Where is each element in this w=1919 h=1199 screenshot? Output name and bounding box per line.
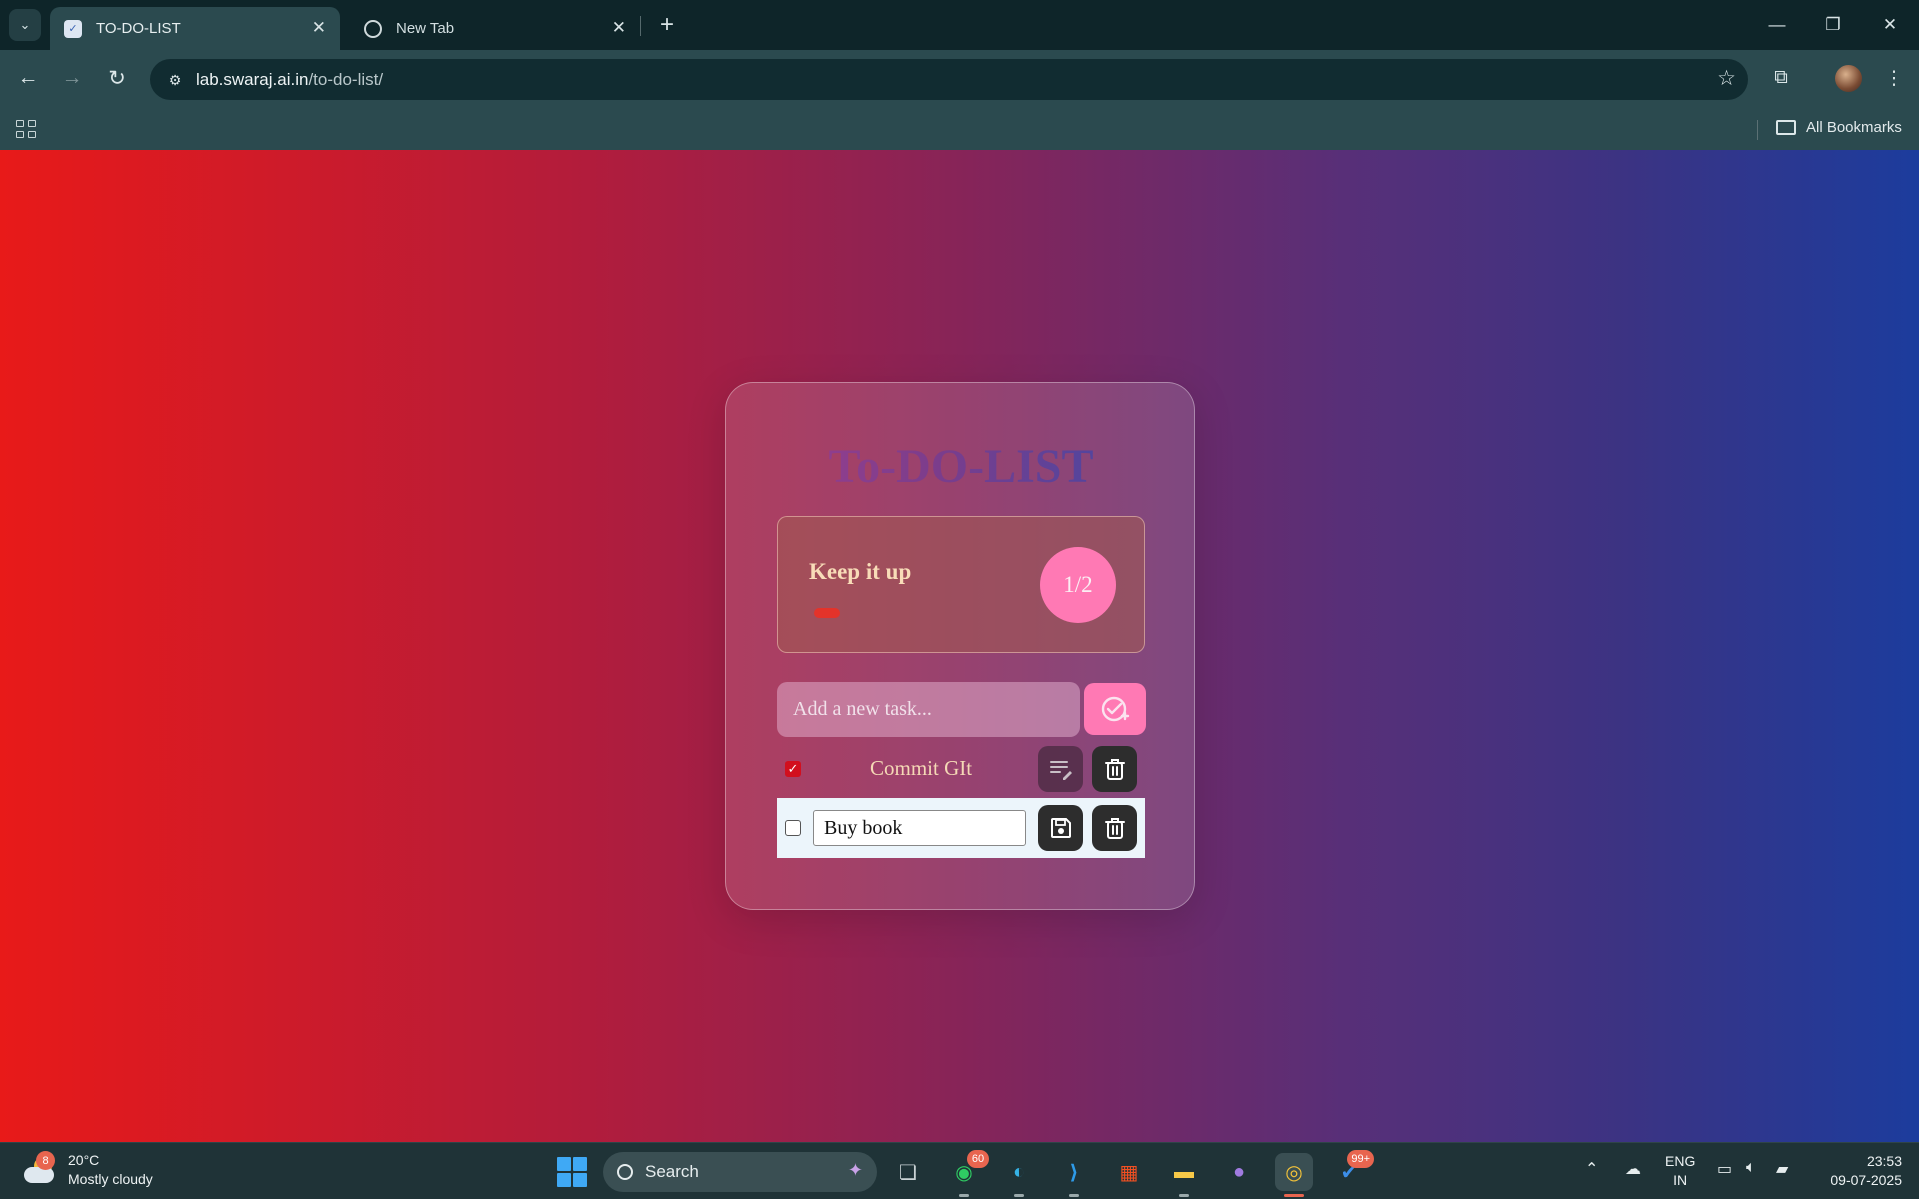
language-indicator[interactable]: ENG IN bbox=[1665, 1152, 1695, 1190]
page-background: To-DO-LIST Keep it up 1/2 ✓ Commit GIt bbox=[0, 150, 1919, 1142]
cloudy-weather-icon: 8 bbox=[22, 1151, 56, 1185]
folder-icon bbox=[1776, 120, 1796, 135]
network-icon[interactable]: ▭ bbox=[1717, 1159, 1732, 1179]
tab-search-button[interactable]: ⌄ bbox=[9, 9, 41, 41]
profile-avatar[interactable] bbox=[1835, 65, 1862, 92]
back-button[interactable]: ← bbox=[12, 62, 44, 94]
microsoft-store-icon[interactable]: ▦ bbox=[1110, 1153, 1148, 1191]
windows-taskbar: 8 20°C Mostly cloudy Search ✦ ❏ ◉ 60 ◐ ⟩ … bbox=[0, 1142, 1919, 1199]
close-window-button[interactable]: ✕ bbox=[1870, 10, 1910, 40]
extensions-icon[interactable]: ⧉ bbox=[1767, 64, 1795, 92]
stats-label: Keep it up bbox=[809, 559, 912, 584]
weather-widget[interactable]: 8 20°C Mostly cloudy bbox=[22, 1151, 153, 1189]
minimize-button[interactable]: — bbox=[1757, 10, 1797, 40]
task-view-icon[interactable]: ❏ bbox=[889, 1153, 927, 1191]
progress-count-badge: 1/2 bbox=[1040, 547, 1116, 623]
close-icon[interactable]: ✕ bbox=[312, 18, 326, 38]
tab-title: TO-DO-LIST bbox=[96, 20, 181, 37]
todo-badge: 99+ bbox=[1347, 1150, 1374, 1168]
site-info-icon[interactable]: ⚙ bbox=[162, 67, 188, 93]
onedrive-icon[interactable]: ☁ bbox=[1625, 1159, 1641, 1179]
add-task-button[interactable] bbox=[1084, 683, 1146, 735]
bookmark-star-icon[interactable]: ☆ bbox=[1717, 66, 1736, 91]
battery-icon[interactable]: ▰ bbox=[1776, 1159, 1788, 1179]
todo-app-icon[interactable]: ✔ 99+ bbox=[1330, 1150, 1374, 1191]
task-checkbox[interactable] bbox=[785, 820, 801, 836]
vscode-icon[interactable]: ⟩ bbox=[1055, 1153, 1093, 1197]
windows-start-icon[interactable] bbox=[557, 1157, 587, 1187]
stats-panel: Keep it up 1/2 bbox=[777, 516, 1145, 653]
tab-divider bbox=[640, 16, 641, 36]
tab-todo-list[interactable]: ✓ TO-DO-LIST ✕ bbox=[50, 7, 340, 50]
edge-icon[interactable]: ◐ bbox=[1000, 1153, 1038, 1197]
task-checkbox-checked[interactable]: ✓ bbox=[785, 761, 801, 777]
task-item: ✓ Commit GIt bbox=[777, 739, 1145, 799]
todo-favicon-icon: ✓ bbox=[64, 19, 82, 38]
trash-icon bbox=[1104, 818, 1125, 839]
save-task-button[interactable] bbox=[1038, 805, 1083, 851]
check-plus-icon bbox=[1101, 696, 1130, 722]
volume-icon[interactable]: 🔈︎ bbox=[1746, 1159, 1756, 1177]
browser-tab-strip: ⌄ ✓ TO-DO-LIST ✕ New Tab ✕ + — ❐ ✕ bbox=[0, 0, 1919, 50]
delete-task-button[interactable] bbox=[1092, 746, 1137, 792]
task-text: Commit GIt bbox=[870, 756, 973, 780]
taskbar-search[interactable]: Search ✦ bbox=[603, 1152, 877, 1192]
bookmarks-divider bbox=[1757, 120, 1758, 140]
chrome-icon[interactable]: ◎ bbox=[1275, 1153, 1313, 1197]
reload-button[interactable]: ↻ bbox=[101, 62, 133, 94]
weather-temp: 20°C bbox=[68, 1152, 100, 1168]
tab-title: New Tab bbox=[396, 20, 455, 37]
browser-toolbar: ← → ↻ ⚙ lab.swaraj.ai.in/to-do-list/ ☆ ⧉… bbox=[0, 50, 1919, 108]
forward-button[interactable]: → bbox=[56, 62, 88, 94]
chevron-up-icon[interactable]: ⌃ bbox=[1585, 1159, 1598, 1179]
menu-kebab-icon[interactable]: ⋮ bbox=[1880, 64, 1908, 92]
edit-note-icon bbox=[1049, 761, 1072, 780]
chevron-down-icon: ⌄ bbox=[19, 17, 31, 32]
edit-task-input[interactable] bbox=[813, 810, 1026, 846]
tab-new-tab[interactable]: New Tab ✕ bbox=[350, 7, 640, 50]
github-desktop-icon[interactable]: ● bbox=[1220, 1153, 1258, 1191]
apps-grid-icon[interactable] bbox=[12, 116, 38, 142]
whatsapp-badge: 60 bbox=[967, 1150, 989, 1168]
edit-task-button[interactable] bbox=[1038, 746, 1083, 792]
weather-badge: 8 bbox=[36, 1151, 55, 1170]
all-bookmarks-button[interactable]: All Bookmarks bbox=[1776, 119, 1902, 136]
file-explorer-icon[interactable]: ▬ bbox=[1165, 1153, 1203, 1197]
close-icon[interactable]: ✕ bbox=[612, 18, 626, 38]
system-clock[interactable]: 23:53 09-07-2025 bbox=[1814, 1152, 1902, 1190]
trash-icon bbox=[1104, 759, 1125, 780]
search-highlight-icon: ✦ bbox=[847, 1160, 863, 1180]
address-bar[interactable]: ⚙ lab.swaraj.ai.in/to-do-list/ ☆ bbox=[150, 59, 1748, 100]
task-item-editing bbox=[777, 798, 1145, 858]
progress-bar-fill bbox=[814, 608, 840, 618]
delete-task-button[interactable] bbox=[1092, 805, 1137, 851]
restore-button[interactable]: ❐ bbox=[1813, 10, 1853, 40]
bookmarks-bar: All Bookmarks bbox=[0, 108, 1919, 150]
whatsapp-icon[interactable]: ◉ 60 bbox=[945, 1150, 989, 1197]
weather-condition: Mostly cloudy bbox=[68, 1171, 153, 1187]
todo-card: To-DO-LIST Keep it up 1/2 ✓ Commit GIt bbox=[725, 382, 1195, 910]
progress-bar bbox=[814, 608, 866, 618]
chrome-favicon-icon bbox=[364, 19, 382, 38]
new-tab-button[interactable]: + bbox=[652, 10, 682, 40]
save-icon bbox=[1050, 818, 1071, 838]
page-title: To-DO-LIST bbox=[726, 439, 1196, 494]
new-task-input[interactable] bbox=[777, 682, 1080, 737]
url-text[interactable]: lab.swaraj.ai.in/to-do-list/ bbox=[196, 70, 383, 90]
search-icon bbox=[617, 1164, 633, 1180]
